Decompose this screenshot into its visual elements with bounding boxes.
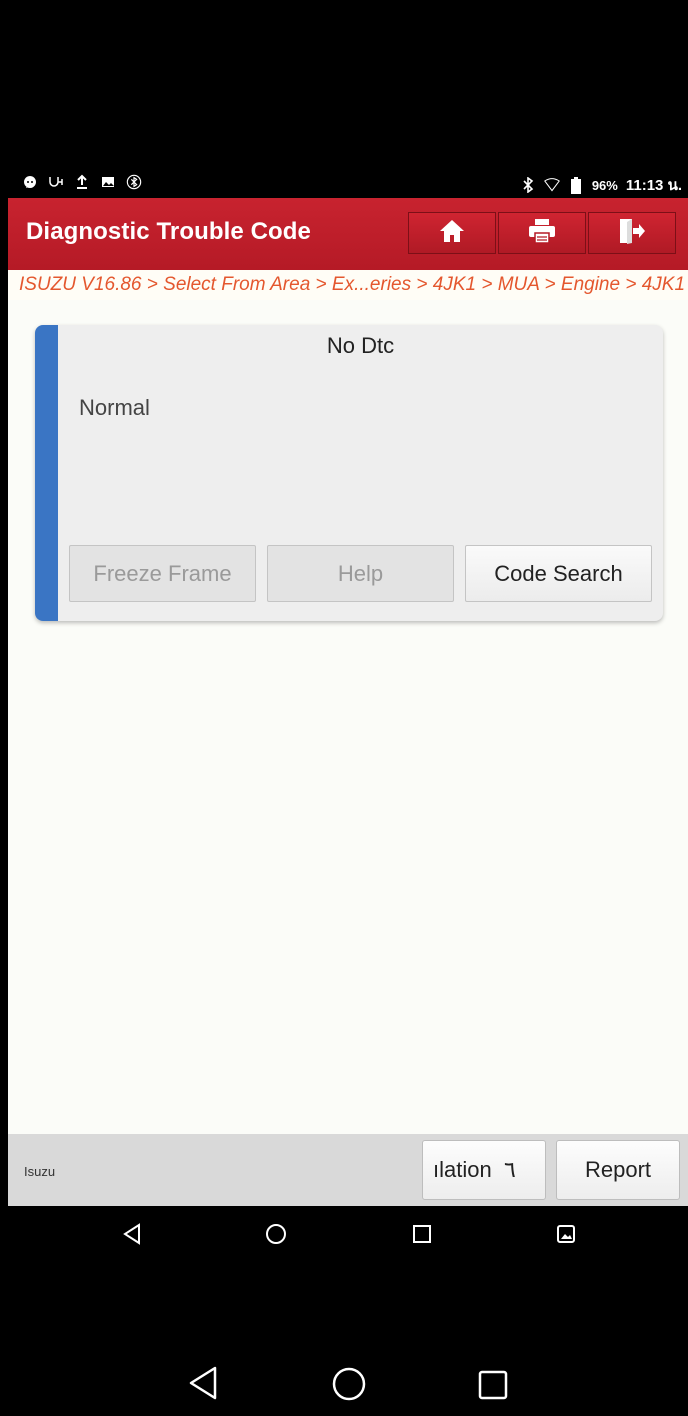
battery-icon [568,176,584,194]
main-content: No Dtc Normal Freeze Frame Help Code Sea… [8,300,688,1134]
dtc-status-text: Normal [79,395,150,420]
clock: 11:13 น. [625,177,682,194]
usb-debug-icon [48,174,64,190]
back-icon[interactable] [120,1222,144,1246]
breadcrumb: ISUZU V16.86 > Select From Area > Ex...e… [8,270,688,300]
footer-bar: Isuzu ılation ٦ Report [8,1134,688,1206]
battery-percent: 96% [591,177,618,193]
upload-icon [74,174,90,190]
status-bar: 96% 11:13 น. [8,170,688,198]
exit-button[interactable] [588,212,676,254]
home-nav-icon[interactable] [264,1222,288,1246]
dtc-card-title: No Dtc [326,333,395,358]
home-button[interactable] [408,212,496,254]
status-right: 96% 11:13 น. [520,173,682,197]
system-back-icon[interactable] [186,1364,220,1402]
inner-navigation-bar [8,1206,688,1262]
app-header: Diagnostic Trouble Code [8,198,688,270]
system-navigation-bar [0,1340,688,1416]
print-icon [528,218,556,249]
translation-button[interactable]: ılation ٦ [422,1140,546,1200]
bluetooth-ring-icon [126,174,142,190]
help-button[interactable]: Help [267,545,454,602]
exit-icon [618,218,646,249]
recents-icon[interactable] [410,1222,434,1246]
app-window: Diagnostic Trouble Code ISUZU V16.86 > S… [8,198,688,1206]
message-icon [22,174,38,190]
footer-brand-label: Isuzu [24,1164,56,1179]
freeze-frame-button[interactable]: Freeze Frame [69,545,256,602]
page-title: Diagnostic Trouble Code [26,218,311,245]
image-icon [100,174,116,190]
print-button[interactable] [498,212,586,254]
system-home-icon[interactable] [331,1366,367,1402]
dtc-card: No Dtc Normal Freeze Frame Help Code Sea… [35,325,663,621]
wifi-icon [543,177,560,193]
screenshot-icon[interactable] [554,1222,578,1246]
report-button[interactable]: Report [556,1140,680,1200]
home-icon [439,219,465,248]
card-accent-bar [35,325,58,621]
code-search-button[interactable]: Code Search [465,545,652,602]
status-left-icons [22,174,142,190]
bluetooth-icon [520,177,536,193]
system-recents-icon[interactable] [476,1368,510,1402]
